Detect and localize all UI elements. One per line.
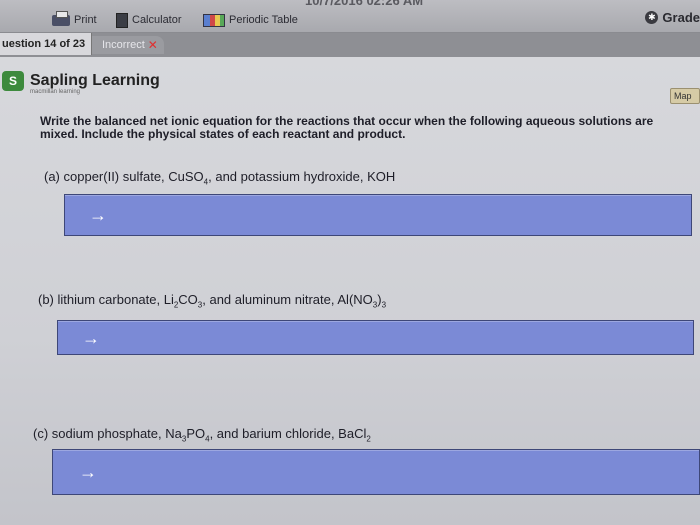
- map-button[interactable]: Map: [670, 88, 700, 104]
- status-text: Incorrect: [102, 39, 145, 51]
- question-c-label: (c) sodium phosphate, Na3PO4, and barium…: [33, 426, 371, 444]
- reaction-arrow-icon: →: [89, 205, 107, 225]
- question-a-text-2: , and potassium hydroxide, KOH: [208, 169, 396, 184]
- question-b-text-2: CO: [178, 292, 198, 307]
- periodic-table-button[interactable]: Periodic Table: [203, 12, 298, 28]
- question-c-text-3: , and barium chloride, BaCl: [209, 426, 367, 441]
- question-c-text: (c) sodium phosphate, Na: [33, 426, 182, 441]
- question-b-text: (b) lithium carbonate, Li: [38, 292, 174, 307]
- grade-button[interactable]: ✱ Grade: [645, 10, 700, 25]
- instructions: Write the balanced net ionic equation fo…: [40, 114, 654, 141]
- reaction-arrow-icon: →: [82, 327, 100, 348]
- brand-title: Sapling Learning: [30, 72, 160, 89]
- question-b-subscript-4: 3: [381, 300, 387, 310]
- question-b-label: (b) lithium carbonate, Li2CO3, and alumi…: [38, 292, 386, 310]
- periodic-table-label: Periodic Table: [229, 14, 298, 26]
- sapling-logo-icon: S: [2, 71, 24, 91]
- answer-box-c[interactable]: →: [52, 449, 700, 495]
- periodic-table-icon: [203, 13, 225, 27]
- grade-label: Grade: [662, 10, 700, 25]
- calculator-icon: [116, 12, 128, 28]
- print-button[interactable]: Print: [52, 10, 97, 28]
- question-c-subscript-3: 2: [366, 434, 371, 444]
- sapling-logo: S Sapling Learning macmillan learning: [2, 71, 160, 95]
- question-nav: uestion 14 of 23 Incorrect ✕: [0, 33, 700, 57]
- question-panel: S Sapling Learning macmillan learning Ma…: [0, 57, 700, 525]
- status-badge: Incorrect ✕: [92, 36, 164, 54]
- question-a-label: (a) copper(II) sulfate, CuSO4, and potas…: [44, 169, 395, 187]
- date-time: 10/7/2016 02:26 AM: [305, 0, 424, 8]
- answer-box-a[interactable]: →: [64, 194, 692, 236]
- printer-icon: [52, 10, 70, 26]
- incorrect-x-icon: ✕: [147, 38, 158, 52]
- answer-box-b[interactable]: →: [57, 320, 694, 355]
- question-c-text-2: PO: [186, 426, 206, 441]
- reaction-arrow-icon: →: [79, 462, 97, 482]
- calculator-button[interactable]: Calculator: [116, 12, 182, 28]
- toolbar: 10/7/2016 02:26 AM Print Calculator Peri…: [0, 0, 700, 33]
- question-number[interactable]: uestion 14 of 23: [0, 33, 93, 55]
- brand-subtitle: macmillan learning: [30, 89, 81, 95]
- calculator-label: Calculator: [132, 14, 182, 26]
- question-a-text: (a) copper(II) sulfate, CuSO: [44, 169, 204, 184]
- print-label: Print: [74, 14, 97, 26]
- grade-icon: ✱: [645, 11, 659, 24]
- question-b-text-3: , and aluminum nitrate, Al(NO: [202, 292, 373, 307]
